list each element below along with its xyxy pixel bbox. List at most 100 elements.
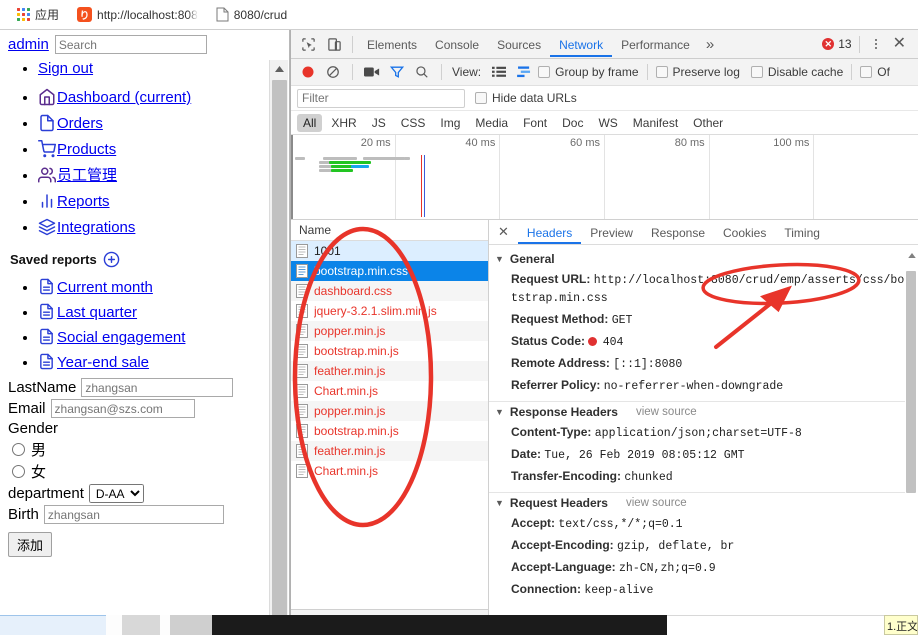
- table-row[interactable]: popper.min.js: [291, 321, 488, 341]
- gender-male-radio[interactable]: [12, 443, 25, 456]
- list-view-icon[interactable]: [488, 61, 510, 83]
- type-filter-img[interactable]: Img: [434, 114, 466, 132]
- tab-network[interactable]: Network: [550, 32, 613, 57]
- table-row[interactable]: feather.min.js: [291, 361, 488, 381]
- sidebar-item-dashboard[interactable]: Dashboard (current): [57, 89, 191, 106]
- hide-data-urls-checkbox[interactable]: Hide data URLs: [475, 91, 577, 105]
- magnifier-icon[interactable]: [411, 61, 433, 83]
- scroll-up-arrow-icon[interactable]: [905, 249, 918, 262]
- tab-elements[interactable]: Elements: [358, 32, 426, 57]
- request-list[interactable]: 1001 bootstrap.min.css dashboard.css jqu…: [291, 241, 488, 609]
- triangle-down-icon: ▼: [495, 254, 504, 264]
- table-row[interactable]: bootstrap.min.js: [291, 421, 488, 441]
- saved-report-current-month[interactable]: Current month: [57, 279, 153, 296]
- lastname-field[interactable]: [81, 378, 234, 397]
- bookmark-crud[interactable]: 8080/crud: [209, 4, 294, 25]
- table-row[interactable]: bootstrap.min.css: [291, 261, 488, 281]
- group-by-frame-checkbox[interactable]: Group by frame: [538, 65, 639, 79]
- type-filter-js[interactable]: JS: [366, 114, 392, 132]
- admin-link[interactable]: admin: [8, 36, 49, 53]
- doc-favicon: [216, 7, 229, 22]
- sidebar-item-reports[interactable]: Reports: [57, 193, 110, 210]
- view-source-link[interactable]: view source: [636, 406, 697, 418]
- devtools-more-options-icon[interactable]: [867, 39, 885, 49]
- filter-input[interactable]: [297, 88, 465, 108]
- tab-sources[interactable]: Sources: [488, 32, 550, 57]
- scroll-up-arrow-icon[interactable]: [270, 60, 289, 77]
- tab-cookies[interactable]: Cookies: [714, 221, 775, 244]
- disable-cache-checkbox[interactable]: Disable cache: [750, 65, 843, 79]
- view-source-link[interactable]: view source: [626, 497, 687, 509]
- column-header-name: Name: [299, 223, 332, 237]
- sidebar-item-products[interactable]: Products: [57, 141, 116, 158]
- saved-report-social-engagement[interactable]: Social engagement: [57, 329, 185, 346]
- tab-performance[interactable]: Performance: [612, 32, 699, 57]
- sidebar-item-employee-management[interactable]: 员工管理: [57, 167, 117, 184]
- funnel-icon[interactable]: [386, 61, 408, 83]
- bookmarks-bar: 应用 り http://localhost:808 8080/crud: [0, 0, 918, 30]
- birth-field[interactable]: [43, 505, 224, 524]
- type-filter-css[interactable]: CSS: [395, 114, 432, 132]
- chevron-double-right-icon[interactable]: »: [699, 36, 721, 53]
- saved-report-last-quarter[interactable]: Last quarter: [57, 304, 137, 321]
- file-text-icon: [38, 303, 56, 321]
- network-overview-timeline[interactable]: 20 ms 40 ms 60 ms 80 ms 100 ms: [291, 135, 918, 220]
- camera-icon[interactable]: [361, 61, 383, 83]
- waterfall-view-icon[interactable]: [513, 61, 535, 83]
- type-filter-xhr[interactable]: XHR: [325, 114, 362, 132]
- type-filter-doc[interactable]: Doc: [556, 114, 589, 132]
- table-row[interactable]: dashboard.css: [291, 281, 488, 301]
- tab-preview[interactable]: Preview: [581, 221, 642, 244]
- gender-female-row[interactable]: 女: [12, 461, 270, 482]
- offline-checkbox[interactable]: Of: [860, 65, 890, 79]
- page-scrollbar-thumb[interactable]: [272, 80, 287, 623]
- error-count-badge[interactable]: ✕ 13: [822, 37, 852, 51]
- tab-console[interactable]: Console: [426, 32, 488, 57]
- toggle-device-toolbar-icon[interactable]: [321, 31, 347, 57]
- close-icon[interactable]: ✕: [887, 36, 912, 52]
- saved-report-year-end-sale[interactable]: Year-end sale: [57, 354, 149, 371]
- tab-response[interactable]: Response: [642, 221, 714, 244]
- close-detail-icon[interactable]: ✕: [489, 224, 518, 240]
- table-row[interactable]: popper.min.js: [291, 401, 488, 421]
- clear-no-entry-icon[interactable]: [322, 61, 344, 83]
- preserve-log-checkbox[interactable]: Preserve log: [655, 65, 740, 79]
- page-scrollbar[interactable]: [269, 60, 288, 631]
- gender-male-row[interactable]: 男: [12, 439, 270, 460]
- sign-out-link[interactable]: Sign out: [38, 60, 93, 77]
- bookmark-localhost[interactable]: り http://localhost:808: [70, 4, 205, 25]
- bookmark-apps[interactable]: 应用: [10, 3, 66, 26]
- gender-female-radio[interactable]: [12, 465, 25, 478]
- response-headers-section-header[interactable]: ▼ Response Headers view source: [489, 402, 918, 422]
- detail-scrollbar[interactable]: [905, 245, 918, 631]
- table-row[interactable]: 1001: [291, 241, 488, 261]
- record-circle-icon[interactable]: [297, 61, 319, 83]
- general-section-header[interactable]: ▼ General: [489, 249, 918, 269]
- search-input[interactable]: [54, 35, 207, 54]
- request-headers-section-header[interactable]: ▼ Request Headers view source: [489, 493, 918, 513]
- sidebar-item-orders[interactable]: Orders: [57, 115, 103, 132]
- sidebar-item-integrations[interactable]: Integrations: [57, 219, 135, 236]
- add-submit-button[interactable]: 添加: [8, 532, 53, 557]
- type-filter-font[interactable]: Font: [517, 114, 553, 132]
- type-filter-manifest[interactable]: Manifest: [627, 114, 684, 132]
- detail-scrollbar-thumb[interactable]: [906, 271, 916, 493]
- table-row[interactable]: feather.min.js: [291, 441, 488, 461]
- tab-headers[interactable]: Headers: [517, 221, 582, 244]
- table-row[interactable]: Chart.min.js: [291, 381, 488, 401]
- plus-circle-icon[interactable]: [103, 251, 120, 268]
- type-filter-media[interactable]: Media: [469, 114, 514, 132]
- type-filter-all[interactable]: All: [297, 113, 323, 132]
- gender-male-label: 男: [31, 442, 47, 459]
- inspect-element-icon[interactable]: [295, 31, 321, 57]
- department-select[interactable]: D-AA: [88, 484, 144, 503]
- table-row[interactable]: Chart.min.js: [291, 461, 488, 481]
- type-filter-ws[interactable]: WS: [592, 114, 623, 132]
- table-row[interactable]: jquery-3.2.1.slim.min.js: [291, 301, 488, 321]
- type-filter-other[interactable]: Other: [687, 114, 729, 132]
- header-value: keep-alive: [584, 584, 654, 597]
- tab-timing[interactable]: Timing: [775, 221, 829, 244]
- email-field[interactable]: [50, 399, 195, 418]
- request-list-header[interactable]: Name: [291, 220, 488, 241]
- table-row[interactable]: bootstrap.min.js: [291, 341, 488, 361]
